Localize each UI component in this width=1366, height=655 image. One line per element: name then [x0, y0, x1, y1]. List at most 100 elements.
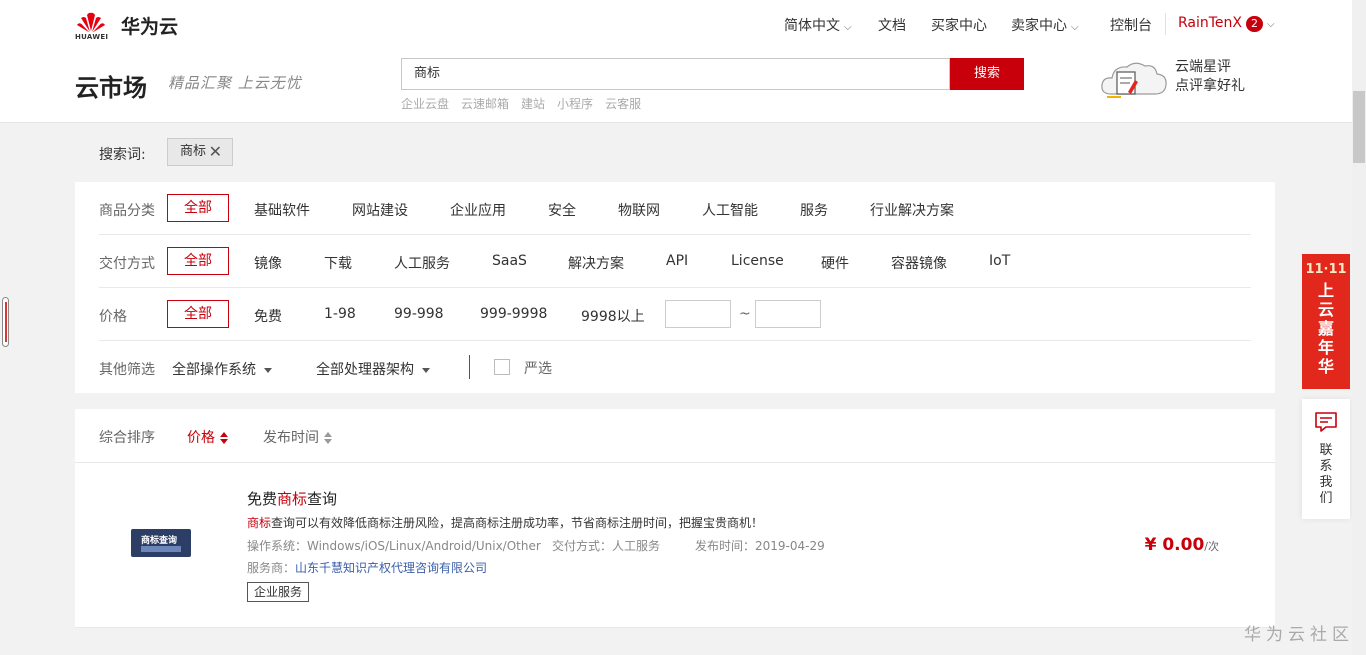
- promo-line2: 点评拿好礼: [1175, 78, 1245, 94]
- category-option[interactable]: 全部: [167, 194, 229, 222]
- vendor-label: 服务商：: [247, 561, 296, 575]
- language-label: 简体中文: [784, 18, 840, 34]
- delivery-option[interactable]: License: [731, 253, 784, 269]
- hot-word[interactable]: 企业云盘: [401, 97, 449, 111]
- product-price: ¥ 0.00/次: [1145, 535, 1219, 555]
- search-input[interactable]: 商标: [401, 58, 950, 90]
- delivery-option[interactable]: IoT: [989, 253, 1010, 269]
- delivery-option[interactable]: API: [666, 253, 688, 269]
- filter-row-delivery: 交付方式 全部 镜像 下载 人工服务 SaaS 解决方案 API License…: [99, 235, 1251, 288]
- arch-dropdown[interactable]: 全部处理器架构: [316, 359, 430, 379]
- price-min-input[interactable]: [665, 300, 731, 328]
- nav-docs[interactable]: 文档: [878, 15, 906, 35]
- product-delivery: 交付方式：人工服务: [552, 539, 661, 553]
- hot-word[interactable]: 小程序: [557, 97, 593, 111]
- search-term-chip[interactable]: 商标 ✕: [167, 138, 233, 166]
- os-dropdown[interactable]: 全部操作系统: [172, 359, 272, 379]
- delivery-option[interactable]: 人工服务: [394, 253, 450, 273]
- promo-side-banner[interactable]: 11·11 上云嘉年华: [1302, 254, 1350, 389]
- product-description: 商标查询可以有效降低商标注册风险，提高商标注册成功率，节省商标注册时间，把握宝贵…: [247, 514, 763, 531]
- price-value: ¥ 0.00: [1144, 535, 1205, 555]
- hot-word[interactable]: 云速邮箱: [461, 97, 509, 111]
- thumbnail-bar: [141, 546, 181, 552]
- category-option[interactable]: 网站建设: [352, 200, 408, 220]
- price-option[interactable]: 9998以上: [581, 306, 645, 326]
- chat-icon: [1315, 412, 1337, 432]
- category-option[interactable]: 安全: [548, 200, 576, 220]
- price-option[interactable]: 999-9998: [480, 306, 547, 322]
- scrollbar-thumb[interactable]: [1353, 91, 1365, 163]
- arch-dropdown-label: 全部处理器架构: [316, 362, 414, 378]
- chevron-down-icon: ⌵: [1267, 19, 1275, 30]
- hot-word[interactable]: 建站: [521, 97, 545, 111]
- delivery-option[interactable]: 硬件: [821, 253, 849, 273]
- delivery-option[interactable]: 下载: [324, 253, 352, 273]
- title-prefix: 免费: [247, 490, 278, 508]
- caret-down-icon: [422, 367, 430, 373]
- price-option[interactable]: 99-998: [394, 306, 444, 322]
- delivery-option[interactable]: SaaS: [492, 253, 527, 269]
- product-card[interactable]: 商标查询 免费商标查询 商标查询可以有效降低商标注册风险，提高商标注册成功率，节…: [75, 463, 1275, 628]
- slogan: 精品汇聚 上云无忧: [168, 74, 302, 92]
- category-option[interactable]: 行业解决方案: [870, 200, 954, 220]
- watermark: 华为云社区: [1244, 625, 1354, 645]
- price-unit: /次: [1204, 540, 1219, 553]
- sort-time-label: 发布时间: [263, 430, 319, 446]
- seller-center-label: 卖家中心: [1011, 18, 1067, 34]
- nav-console[interactable]: 控制台: [1110, 15, 1152, 35]
- delivery-option[interactable]: 镜像: [254, 253, 282, 273]
- product-os: 操作系统：Windows/iOS/Linux/Android/Unix/Othe…: [247, 539, 541, 553]
- filter-label: 其他筛选: [99, 362, 155, 378]
- filter-label: 交付方式: [99, 256, 155, 272]
- strict-label[interactable]: 严选: [524, 358, 552, 378]
- nav-seller-center[interactable]: 卖家中心 ⌵: [1011, 15, 1079, 35]
- market-title[interactable]: 云市场: [75, 68, 147, 103]
- product-thumbnail[interactable]: 商标查询: [131, 529, 191, 557]
- contact-label: 联系我们: [1319, 443, 1333, 506]
- language-selector[interactable]: 简体中文 ⌵: [784, 15, 852, 35]
- filter-label: 价格: [99, 309, 127, 325]
- close-icon[interactable]: ✕: [209, 139, 222, 165]
- nav-buyer-center[interactable]: 买家中心: [931, 15, 987, 35]
- username: RainTenX: [1178, 15, 1243, 31]
- vendor-link[interactable]: 山东千慧知识产权代理咨询有限公司: [295, 561, 487, 575]
- product-title[interactable]: 免费商标查询: [247, 488, 337, 509]
- price-max-input[interactable]: [755, 300, 821, 328]
- promo-text[interactable]: 云端星评 点评拿好礼: [1175, 58, 1245, 96]
- delivery-option[interactable]: 容器镜像: [891, 253, 947, 273]
- desc-text: 查询可以有效降低商标注册风险，提高商标注册成功率，节省商标注册时间，把握宝贵商机…: [271, 516, 764, 530]
- product-tag[interactable]: 企业服务: [247, 582, 310, 602]
- range-separator: ~: [739, 306, 751, 322]
- caret-down-icon: [264, 367, 272, 373]
- price-option[interactable]: 全部: [167, 300, 229, 328]
- sort-default[interactable]: 综合排序: [99, 427, 155, 447]
- os-dropdown-label: 全部操作系统: [172, 362, 256, 378]
- cloud-review-icon[interactable]: [1097, 58, 1171, 100]
- sort-price[interactable]: 价格: [187, 427, 228, 447]
- price-option[interactable]: 免费: [254, 306, 282, 326]
- side-drag-handle[interactable]: [2, 297, 9, 347]
- filter-divider: [469, 355, 470, 379]
- sort-publish-time[interactable]: 发布时间: [263, 427, 332, 447]
- category-option[interactable]: 人工智能: [702, 200, 758, 220]
- chevron-down-icon: ⌵: [1071, 22, 1079, 33]
- user-menu[interactable]: RainTenX 2 ⌵: [1178, 15, 1275, 35]
- search-button[interactable]: 搜索: [950, 58, 1024, 90]
- category-option[interactable]: 基础软件: [254, 200, 310, 220]
- strict-checkbox[interactable]: [494, 359, 510, 375]
- price-option[interactable]: 1-98: [324, 306, 356, 322]
- contact-us-button[interactable]: 联系我们: [1302, 399, 1350, 519]
- brand-name[interactable]: 华为云: [121, 12, 178, 39]
- category-option[interactable]: 服务: [800, 200, 828, 220]
- delivery-option[interactable]: 解决方案: [568, 253, 624, 273]
- hot-word[interactable]: 云客服: [605, 97, 641, 111]
- sort-bar: 综合排序 价格 发布时间: [75, 409, 1275, 463]
- sort-arrows-icon: [220, 432, 228, 444]
- chip-label: 商标: [180, 144, 207, 159]
- title-suffix: 查询: [307, 490, 338, 508]
- category-option[interactable]: 物联网: [618, 200, 660, 220]
- category-option[interactable]: 企业应用: [450, 200, 506, 220]
- hot-words: 企业云盘 云速邮箱 建站 小程序 云客服: [401, 95, 653, 112]
- filter-label: 商品分类: [99, 203, 155, 219]
- delivery-option[interactable]: 全部: [167, 247, 229, 275]
